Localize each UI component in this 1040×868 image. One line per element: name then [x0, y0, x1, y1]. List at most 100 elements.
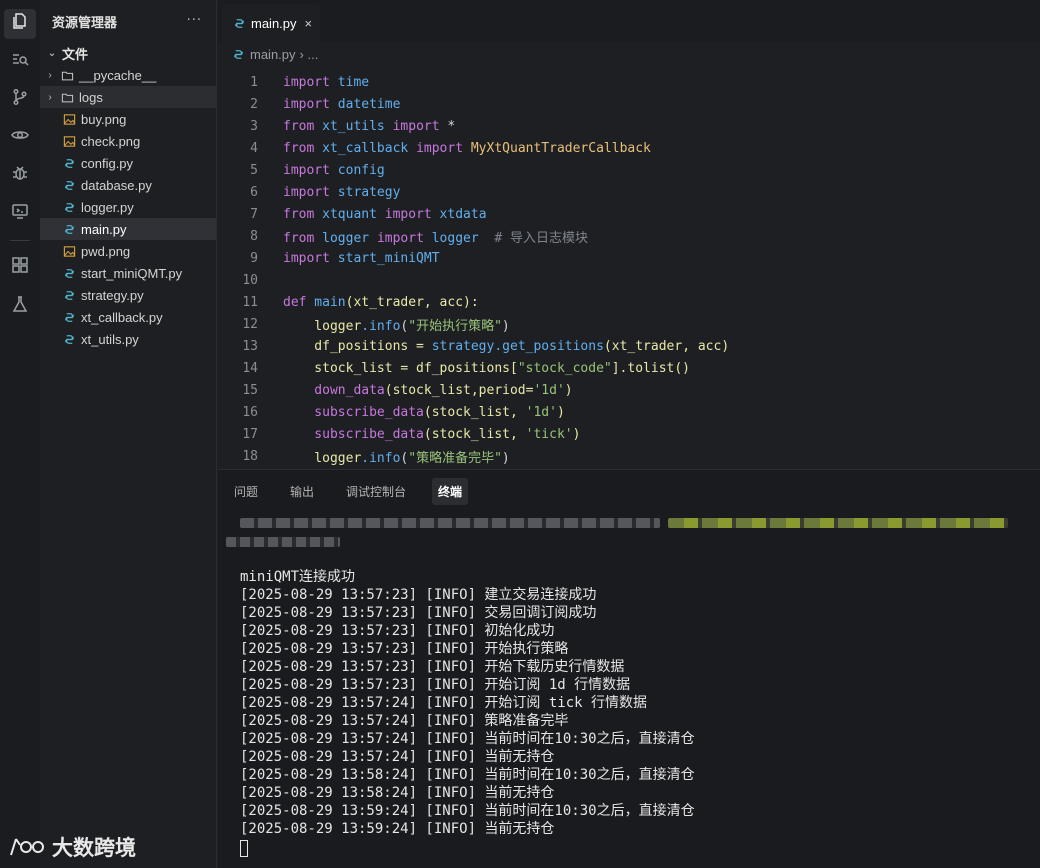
terminal-line: [2025-08-29 13:57:23] [INFO] 开始下载历史行情数据: [240, 659, 625, 675]
tree-item[interactable]: xt_callback.py: [40, 306, 216, 328]
tree-item-label: logs: [79, 89, 103, 105]
breadcrumb-file[interactable]: main.py: [250, 47, 296, 62]
code-token: import: [392, 118, 440, 134]
line-number: 6: [250, 184, 258, 200]
tree-item[interactable]: check.png: [40, 130, 216, 152]
tree-item[interactable]: config.py: [40, 152, 216, 174]
tab-terminal[interactable]: 终端: [432, 477, 469, 505]
code-token: ].tolist(): [611, 360, 691, 376]
code-line: 9 import start_miniQMT: [218, 247, 1040, 269]
tree-item[interactable]: database.py: [40, 174, 216, 196]
source-control-icon[interactable]: [0, 81, 40, 113]
code-line: 16 subscribe_data(stock_list, '1d'): [218, 401, 1040, 423]
tree-item-label: buy.png: [81, 111, 127, 127]
code-token: strategy: [431, 338, 495, 354]
line-content: from xtquant import xtdata: [283, 207, 487, 222]
tab-output[interactable]: 输出: [284, 478, 320, 505]
remote-icon[interactable]: [0, 195, 40, 227]
code-token: df_positions =: [283, 338, 432, 354]
code-token: ): [572, 426, 581, 442]
code-line: 2 import datetime: [218, 93, 1040, 115]
debug-icon[interactable]: [0, 157, 40, 189]
extensions-icon[interactable]: [0, 249, 40, 281]
line-number: 14: [242, 360, 258, 376]
terminal-output[interactable]: miniQMT连接成功 [2025-08-29 13:57:23] [INFO] …: [240, 568, 695, 857]
python-file-icon: [232, 16, 246, 30]
code-token: ): [564, 382, 573, 398]
terminal-line: [2025-08-29 13:57:24] [INFO] 当前无持仓: [240, 749, 555, 765]
tree-item[interactable]: strategy.py: [40, 284, 216, 306]
line-number: 8: [250, 228, 258, 244]
code-token: import: [283, 250, 330, 266]
code-token: xtquant: [314, 206, 385, 222]
tree-item[interactable]: start_miniQMT.py: [40, 262, 216, 284]
line-number: 17: [242, 426, 258, 442]
python-file-icon: [62, 222, 76, 236]
activity-divider: [10, 240, 30, 241]
code-token: "策略准备完毕": [408, 450, 502, 466]
workspace-root[interactable]: ⌄ 文件: [40, 42, 216, 64]
more-actions-icon[interactable]: ···: [187, 13, 202, 28]
code-token: ): [501, 318, 510, 334]
code-token: main: [306, 294, 346, 310]
line-number: 3: [250, 118, 258, 134]
code-token: (stock_list,: [423, 404, 526, 420]
tab-problems[interactable]: 问题: [228, 478, 264, 505]
line-content: subscribe_data(stock_list, 'tick'): [283, 427, 580, 442]
tree-item[interactable]: › logs: [40, 86, 216, 108]
search-icon[interactable]: [0, 44, 40, 76]
terminal-line: [2025-08-29 13:59:24] [INFO] 当前无持仓: [240, 821, 555, 837]
watermark-logo: 大数跨境: [8, 832, 136, 862]
terminal-line: [2025-08-29 13:57:23] [INFO] 交易回调订阅成功: [240, 605, 597, 621]
close-icon[interactable]: ×: [305, 16, 313, 31]
python-file-icon: [231, 47, 245, 61]
tree-item[interactable]: logger.py: [40, 196, 216, 218]
redacted-text: [240, 518, 660, 528]
terminal-line: [2025-08-29 13:57:23] [INFO] 开始执行策略: [240, 641, 569, 657]
code-token: logger: [423, 230, 479, 246]
python-file-icon: [62, 200, 76, 214]
code-token: ): [501, 450, 510, 466]
python-file-icon: [62, 288, 76, 302]
line-content: stock_list = df_positions["stock_code"].…: [283, 361, 690, 376]
python-file-icon: [62, 266, 76, 280]
testing-flask-icon[interactable]: [0, 288, 40, 320]
code-token: .get_positions: [494, 338, 604, 354]
code-line: 7 from xtquant import xtdata: [218, 203, 1040, 225]
tree-item[interactable]: pwd.png: [40, 240, 216, 262]
tree-item[interactable]: xt_utils.py: [40, 328, 216, 350]
line-number: 16: [242, 404, 258, 420]
redacted-text: [226, 537, 340, 547]
activity-bar: [0, 0, 40, 868]
tree-item[interactable]: main.py: [40, 218, 216, 240]
python-file-icon: [62, 310, 76, 324]
line-number: 18: [242, 448, 258, 464]
tab-debug-console[interactable]: 调试控制台: [340, 478, 412, 505]
line-number: 11: [242, 294, 258, 310]
code-line: 4 from xt_callback import MyXtQuantTrader…: [218, 137, 1040, 159]
breadcrumb-more[interactable]: › ...: [300, 47, 319, 62]
code-token: from: [283, 230, 315, 246]
terminal-line: miniQMT连接成功: [240, 569, 356, 585]
code-token: xtdata: [431, 206, 487, 222]
code-token: def: [283, 294, 307, 310]
tree-item[interactable]: › __pycache__: [40, 64, 216, 86]
workspace-root-label: 文件: [62, 47, 89, 63]
line-number: 2: [250, 96, 258, 112]
tree-item-label: check.png: [81, 133, 141, 149]
tab-main-py[interactable]: main.py ×: [222, 4, 320, 42]
tree-item-label: xt_callback.py: [81, 309, 163, 325]
code-editor[interactable]: 1 import time 2 import datetime 3 from xt_u…: [218, 71, 1040, 467]
line-number: 12: [242, 316, 258, 332]
breadcrumb: main.py › ...: [218, 42, 1040, 66]
tree-item[interactable]: buy.png: [40, 108, 216, 130]
code-token: from: [283, 140, 315, 156]
code-line: 14 stock_list = df_positions["stock_code…: [218, 357, 1040, 379]
terminal-line: [2025-08-29 13:58:24] [INFO] 当前无持仓: [240, 785, 555, 801]
code-token: from: [283, 206, 315, 222]
preview-eye-icon[interactable]: [0, 119, 40, 151]
code-token: import: [384, 206, 432, 222]
tree-item-label: database.py: [81, 177, 152, 193]
code-token: xt_utils: [314, 118, 393, 134]
explorer-icon[interactable]: [0, 5, 40, 39]
